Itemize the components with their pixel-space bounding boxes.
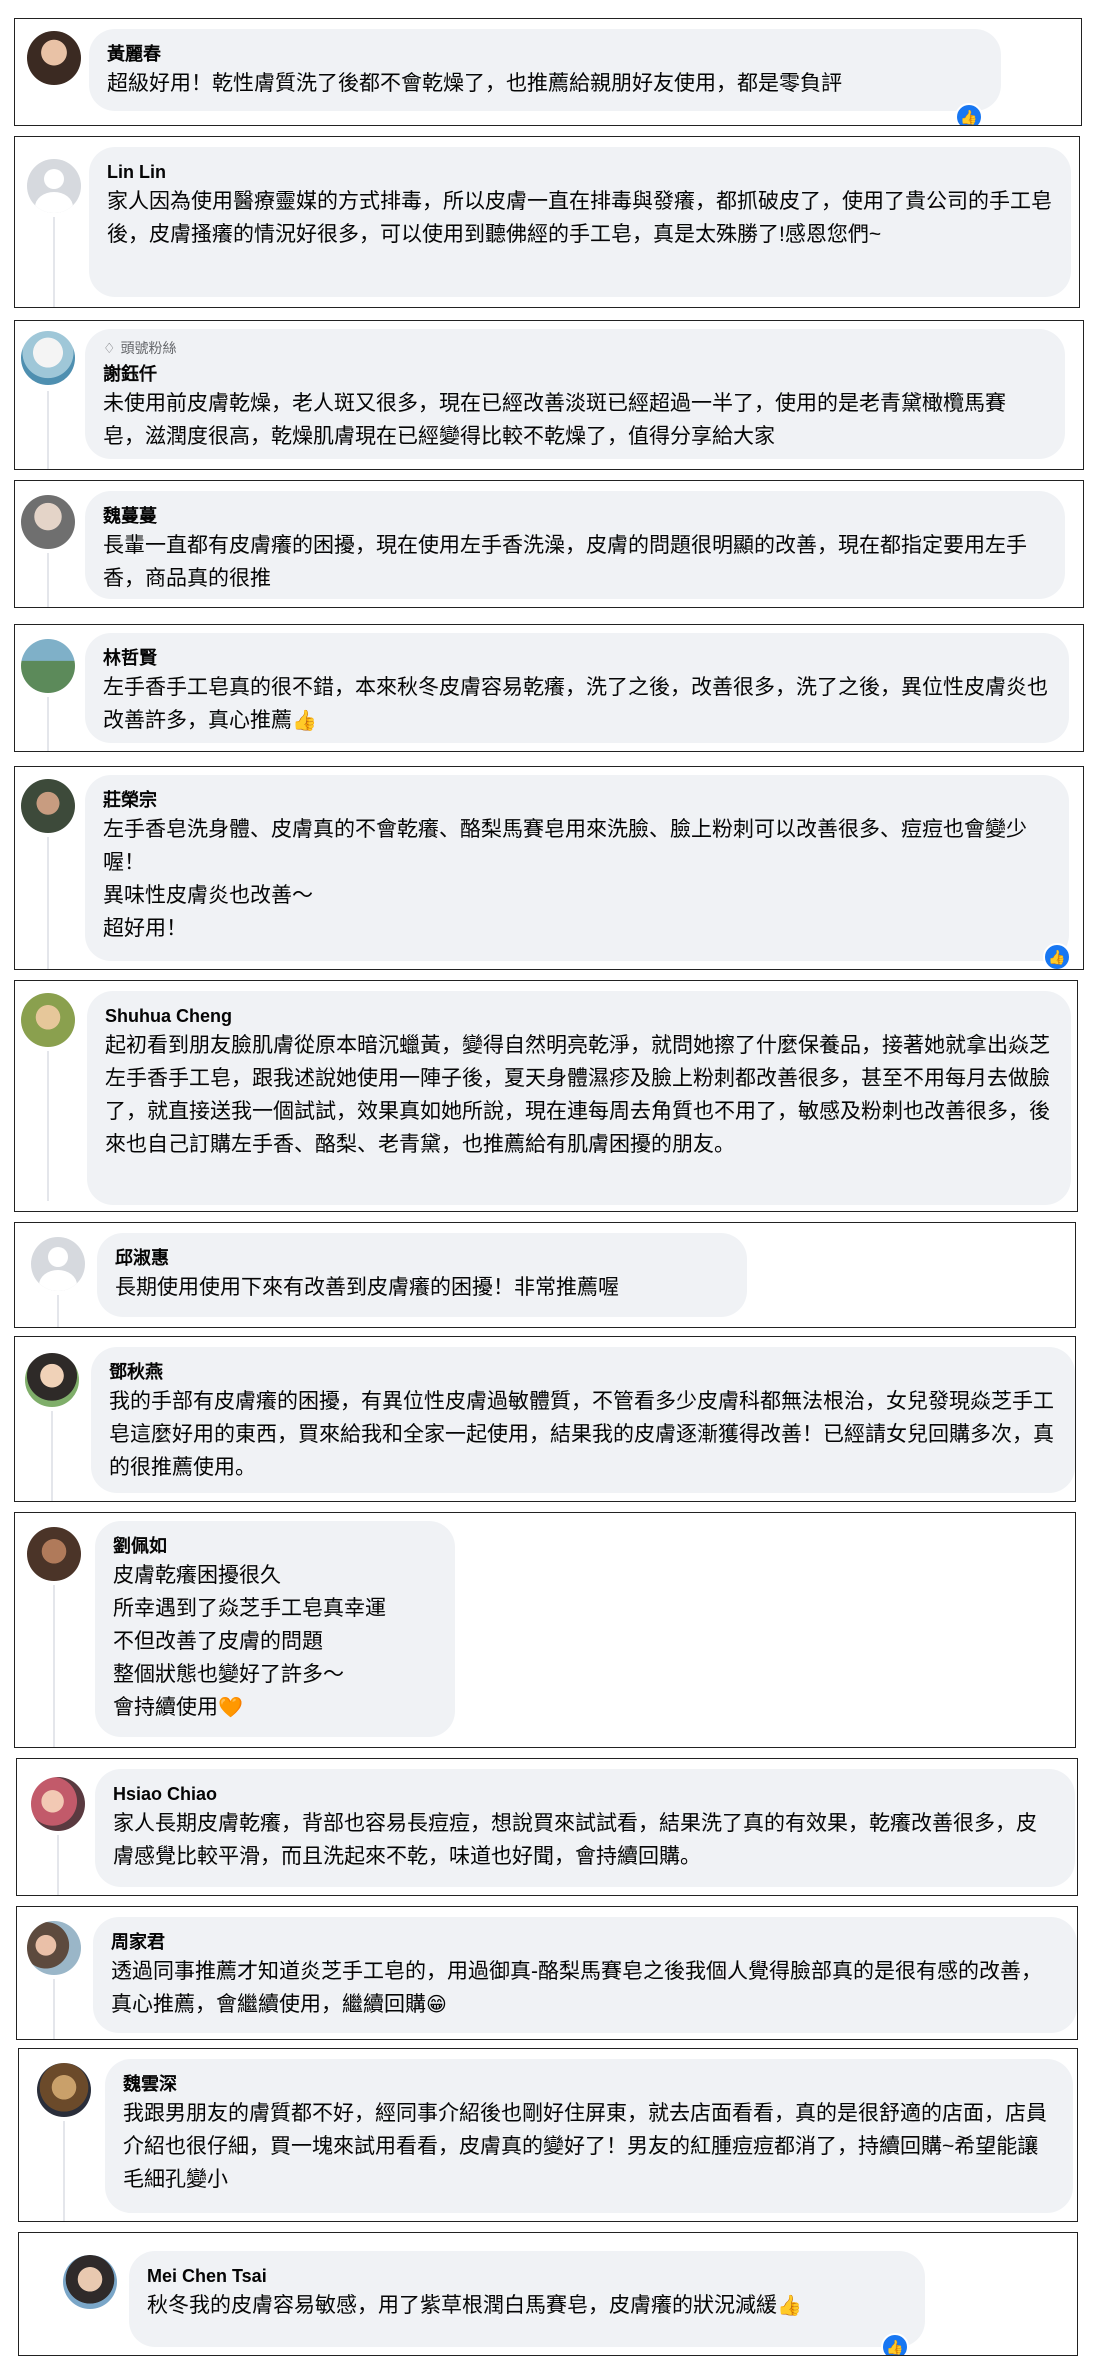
comment-text: 透過同事推薦才知道炎芝手工皂的，用過御真-酪梨馬賽皂之後我個人覺得臉部真的是很有… bbox=[111, 1955, 1059, 2022]
comment-bubble: 劉佩如 皮膚乾癢困擾很久 所幸遇到了焱芝手工皂真幸運 不但改善了皮膚的問題 整個… bbox=[95, 1521, 455, 1737]
thumbs-up-icon: 👍 bbox=[292, 710, 317, 732]
badge-label: 頭號粉絲 bbox=[120, 340, 177, 356]
commenter-name[interactable]: 謝鈺仟 bbox=[103, 363, 1047, 385]
thread-line bbox=[47, 391, 49, 469]
comment-card: 黃麗春 超級好用！乾性膚質洗了後都不會乾燥了，也推薦給親朋好友使用，都是零負評 … bbox=[14, 18, 1082, 126]
comment-text: 超級好用！乾性膚質洗了後都不會乾燥了，也推薦給親朋好友使用，都是零負評 bbox=[107, 72, 842, 95]
comment-card: 周家君 透過同事推薦才知道炎芝手工皂的，用過御真-酪梨馬賽皂之後我個人覺得臉部真… bbox=[16, 1906, 1078, 2040]
comment-card: 魏蔓蔓 長輩一直都有皮膚癢的困擾，現在使用左手香洗澡，皮膚的問題很明顯的改善，現… bbox=[14, 480, 1084, 608]
comment-text: 左手香皂洗身體、皮膚真的不會乾癢、酪梨馬賽皂用來洗臉、臉上粉刺可以改善很多、痘痘… bbox=[103, 818, 1027, 940]
like-reaction-icon[interactable]: 👍 bbox=[881, 2333, 909, 2355]
comment-bubble: Lin Lin 家人因為使用醫療靈媒的方式排毒，所以皮膚一直在排毒與發癢，都抓破… bbox=[89, 147, 1071, 297]
avatar[interactable] bbox=[21, 779, 75, 833]
comment-card: 魏雲深 我跟男朋友的膚質都不好，經同事介紹後也剛好住屏東，就去店面看看，真的是很… bbox=[18, 2048, 1078, 2222]
commenter-name[interactable]: Lin Lin bbox=[107, 161, 1053, 183]
commenter-name[interactable]: 林哲賢 bbox=[103, 647, 1051, 669]
avatar[interactable] bbox=[27, 31, 81, 85]
comment-card: Shuhua Cheng 起初看到朋友臉肌膚從原本暗沉蠟黃，變得自然明亮乾淨，就… bbox=[14, 980, 1078, 1212]
comment-body: 透過同事推薦才知道炎芝手工皂的，用過御真-酪梨馬賽皂之後我個人覺得臉部真的是很有… bbox=[111, 1960, 1042, 2016]
comment-text: 長期使用使用下來有改善到皮膚癢的困擾！非常推薦喔 bbox=[115, 1276, 619, 1299]
comment-card: 邱淑惠 長期使用使用下來有改善到皮膚癢的困擾！非常推薦喔 bbox=[14, 1222, 1076, 1328]
comment-card: 鄧秋燕 我的手部有皮膚癢的困擾，有異位性皮膚過敏體質，不管看多少皮膚科都無法根治… bbox=[14, 1336, 1076, 1502]
comment-text: 我跟男朋友的膚質都不好，經同事介紹後也剛好住屏東，就去店面看看，真的是很舒適的店… bbox=[123, 2102, 1047, 2191]
comment-text: 家人因為使用醫療靈媒的方式排毒，所以皮膚一直在排毒與發癢，都抓破皮了，使用了貴公… bbox=[107, 190, 1052, 246]
avatar[interactable] bbox=[27, 1527, 81, 1581]
grinning-face-icon: 😁 bbox=[426, 1994, 447, 2016]
comment-bubble: 黃麗春 超級好用！乾性膚質洗了後都不會乾燥了，也推薦給親朋好友使用，都是零負評 bbox=[89, 29, 1001, 111]
diamond-icon: ♢ bbox=[103, 340, 116, 356]
comment-text: 未使用前皮膚乾燥，老人斑又很多，現在已經改善淡斑已經超過一半了，使用的是老青黛橄… bbox=[103, 392, 1006, 448]
thread-line bbox=[63, 2121, 65, 2221]
avatar[interactable] bbox=[63, 2255, 117, 2309]
comment-bubble: 魏蔓蔓 長輩一直都有皮膚癢的困擾，現在使用左手香洗澡，皮膚的問題很明顯的改善，現… bbox=[85, 491, 1065, 599]
comment-text: 起初看到朋友臉肌膚從原本暗沉蠟黃，變得自然明亮乾淨，就問她擦了什麼保養品，接著她… bbox=[105, 1034, 1050, 1156]
commenter-name[interactable]: 魏雲深 bbox=[123, 2073, 1055, 2095]
comment-body: 左手香手工皂真的很不錯，本來秋冬皮膚容易乾癢，洗了之後，改善很多，洗了之後，異位… bbox=[103, 676, 1048, 732]
top-fan-badge: ♢ 頭號粉絲 bbox=[103, 339, 1047, 357]
comment-bubble: 莊榮宗 左手香皂洗身體、皮膚真的不會乾癢、酪梨馬賽皂用來洗臉、臉上粉刺可以改善很… bbox=[85, 775, 1069, 961]
thread-line bbox=[57, 1835, 59, 1895]
comment-card: ♢ 頭號粉絲 謝鈺仟 未使用前皮膚乾燥，老人斑又很多，現在已經改善淡斑已經超過一半… bbox=[14, 320, 1084, 470]
avatar[interactable] bbox=[31, 1777, 85, 1831]
commenter-name[interactable]: Shuhua Cheng bbox=[105, 1005, 1053, 1027]
comment-text: 皮膚乾癢困擾很久 所幸遇到了焱芝手工皂真幸運 不但改善了皮膚的問題 整個狀態也變… bbox=[113, 1559, 437, 1725]
comment-body: 秋冬我的皮膚容易敏感，用了紫草根潤白馬賽皂，皮膚癢的狀況減緩 bbox=[147, 2294, 777, 2317]
comment-bubble: 林哲賢 左手香手工皂真的很不錯，本來秋冬皮膚容易乾癢，洗了之後，改善很多，洗了之… bbox=[85, 633, 1069, 743]
comment-card: Lin Lin 家人因為使用醫療靈媒的方式排毒，所以皮膚一直在排毒與發癢，都抓破… bbox=[14, 136, 1080, 308]
thread-line bbox=[47, 1051, 49, 1201]
thread-line bbox=[47, 837, 49, 969]
comment-bubble: ♢ 頭號粉絲 謝鈺仟 未使用前皮膚乾燥，老人斑又很多，現在已經改善淡斑已經超過一半… bbox=[85, 329, 1065, 459]
avatar[interactable] bbox=[37, 2063, 91, 2117]
thread-line bbox=[53, 1585, 55, 1747]
comment-card: 林哲賢 左手香手工皂真的很不錯，本來秋冬皮膚容易乾癢，洗了之後，改善很多，洗了之… bbox=[14, 624, 1084, 752]
commenter-name[interactable]: 黃麗春 bbox=[107, 43, 983, 65]
comment-bubble: 周家君 透過同事推薦才知道炎芝手工皂的，用過御真-酪梨馬賽皂之後我個人覺得臉部真… bbox=[93, 1917, 1077, 2033]
comment-text: 秋冬我的皮膚容易敏感，用了紫草根潤白馬賽皂，皮膚癢的狀況減緩👍 bbox=[147, 2289, 907, 2323]
comment-card: Hsiao Chiao 家人長期皮膚乾癢，背部也容易長痘痘，想說買來試試看，結果… bbox=[16, 1758, 1078, 1896]
commenter-name[interactable]: 邱淑惠 bbox=[115, 1247, 729, 1269]
thread-line bbox=[53, 217, 55, 307]
like-reaction-icon[interactable]: 👍 bbox=[1043, 943, 1071, 969]
comment-bubble: 邱淑惠 長期使用使用下來有改善到皮膚癢的困擾！非常推薦喔 bbox=[97, 1233, 747, 1317]
thumbs-up-icon: 👍 bbox=[777, 2295, 802, 2317]
like-reaction-icon[interactable]: 👍 bbox=[955, 103, 983, 125]
comment-bubble: 魏雲深 我跟男朋友的膚質都不好，經同事介紹後也剛好住屏東，就去店面看看，真的是很… bbox=[105, 2059, 1073, 2213]
avatar[interactable] bbox=[21, 993, 75, 1047]
commenter-name[interactable]: 劉佩如 bbox=[113, 1535, 437, 1557]
comment-text: 左手香手工皂真的很不錯，本來秋冬皮膚容易乾癢，洗了之後，改善很多，洗了之後，異位… bbox=[103, 671, 1051, 738]
avatar[interactable] bbox=[21, 639, 75, 693]
comment-card: 劉佩如 皮膚乾癢困擾很久 所幸遇到了焱芝手工皂真幸運 不但改善了皮膚的問題 整個… bbox=[14, 1512, 1076, 1748]
avatar[interactable] bbox=[27, 159, 81, 213]
avatar[interactable] bbox=[25, 1353, 79, 1407]
avatar[interactable] bbox=[31, 1237, 85, 1291]
commenter-name[interactable]: 魏蔓蔓 bbox=[103, 505, 1047, 527]
comment-body: 皮膚乾癢困擾很久 所幸遇到了焱芝手工皂真幸運 不但改善了皮膚的問題 整個狀態也變… bbox=[113, 1564, 386, 1719]
thread-line bbox=[47, 553, 49, 607]
commenter-name[interactable]: Mei Chen Tsai bbox=[147, 2265, 907, 2287]
comment-bubble: Mei Chen Tsai 秋冬我的皮膚容易敏感，用了紫草根潤白馬賽皂，皮膚癢的… bbox=[129, 2251, 925, 2347]
comment-card: Mei Chen Tsai 秋冬我的皮膚容易敏感，用了紫草根潤白馬賽皂，皮膚癢的… bbox=[18, 2232, 1078, 2356]
comment-card: 莊榮宗 左手香皂洗身體、皮膚真的不會乾癢、酪梨馬賽皂用來洗臉、臉上粉刺可以改善很… bbox=[14, 766, 1084, 970]
commenter-name[interactable]: 周家君 bbox=[111, 1931, 1059, 1953]
avatar[interactable] bbox=[21, 331, 75, 385]
comment-text: 長輩一直都有皮膚癢的困擾，現在使用左手香洗澡，皮膚的問題很明顯的改善，現在都指定… bbox=[103, 534, 1027, 590]
comment-bubble: Hsiao Chiao 家人長期皮膚乾癢，背部也容易長痘痘，想說買來試試看，結果… bbox=[95, 1769, 1075, 1887]
commenter-name[interactable]: 鄧秋燕 bbox=[109, 1361, 1057, 1383]
commenter-name[interactable]: Hsiao Chiao bbox=[113, 1783, 1057, 1805]
comment-text: 我的手部有皮膚癢的困擾，有異位性皮膚過敏體質，不管看多少皮膚科都無法根治，女兒發… bbox=[109, 1390, 1054, 1479]
thread-line bbox=[57, 1295, 59, 1327]
thread-line bbox=[51, 1411, 53, 1501]
comment-text: 家人長期皮膚乾癢，背部也容易長痘痘，想說買來試試看，結果洗了真的有效果，乾癢改善… bbox=[113, 1812, 1037, 1868]
avatar[interactable] bbox=[27, 1921, 81, 1975]
avatar[interactable] bbox=[21, 495, 75, 549]
comment-bubble: 鄧秋燕 我的手部有皮膚癢的困擾，有異位性皮膚過敏體質，不管看多少皮膚科都無法根治… bbox=[91, 1347, 1075, 1493]
thread-line bbox=[53, 1979, 55, 2039]
thread-line bbox=[47, 697, 49, 751]
commenter-name[interactable]: 莊榮宗 bbox=[103, 789, 1051, 811]
comment-bubble: Shuhua Cheng 起初看到朋友臉肌膚從原本暗沉蠟黃，變得自然明亮乾淨，就… bbox=[87, 991, 1071, 1205]
orange-heart-icon: 🧡 bbox=[218, 1697, 243, 1719]
